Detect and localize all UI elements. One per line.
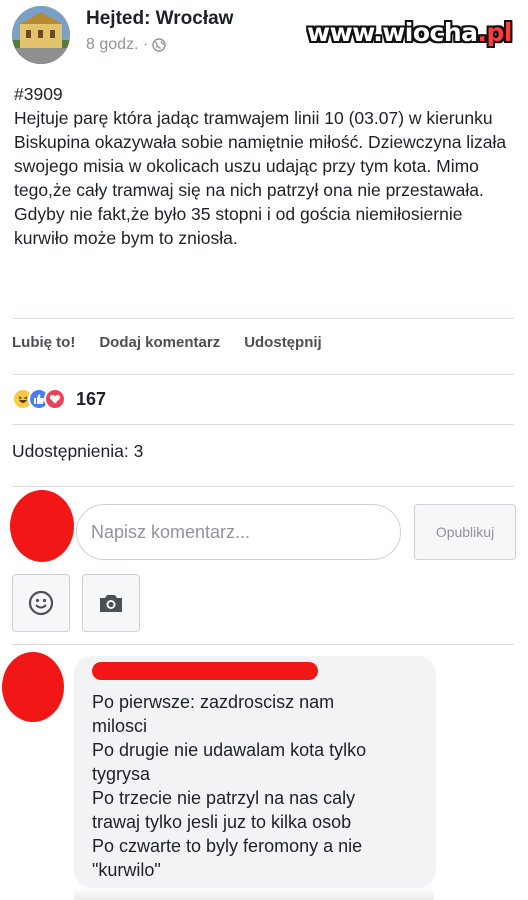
redacted-avatar [10,490,74,562]
post-text: #3909 Hejtuje parę która jadąc tramwajem… [14,84,507,248]
redacted-avatar [2,652,64,722]
globe-icon [152,38,166,52]
page-name[interactable]: Hejted: Wrocław [86,8,233,30]
comment-button[interactable]: Dodaj komentarz [99,334,220,351]
redacted-name [92,662,318,680]
camera-button[interactable] [82,574,140,632]
like-button[interactable]: Lubię to! [12,334,75,351]
reaction-count: 167 [76,388,107,409]
post-meta: 8 godz. · [86,36,166,54]
cropped-edge [74,888,434,900]
watermark-main: www.wiocha [307,18,478,47]
reactions-summary[interactable]: 167 [12,388,106,410]
divider [12,486,514,487]
watermark-accent: .pl [477,18,513,47]
smiley-icon [28,590,54,616]
love-icon [44,388,66,410]
comment-input[interactable]: Napisz komentarz... [76,504,401,560]
divider [12,318,514,319]
camera-icon [100,595,122,612]
share-button[interactable]: Udostępnij [244,334,322,351]
post-body: #3909 Hejtuje parę która jadąc tramwajem… [14,82,514,250]
divider [12,424,514,425]
emoji-button[interactable] [12,574,70,632]
building-icon [12,6,70,64]
comment-text: Po pierwsze: zazdroscisz nam milosci Po … [92,692,367,880]
post-time[interactable]: 8 godz. · [86,36,148,54]
divider [12,374,514,375]
attachment-row [12,574,140,632]
comment-bubble: Po pierwsze: zazdroscisz nam milosci Po … [74,656,436,888]
watermark: www.wiocha.pl [307,18,512,47]
page-avatar[interactable] [12,6,70,64]
publish-button[interactable]: Opublikuj [414,504,516,560]
post-actions: Lubię to! Dodaj komentarz Udostępnij [12,334,322,351]
comment-composer: Napisz komentarz... Opublikuj [0,488,528,568]
divider [12,644,514,645]
comment-placeholder: Napisz komentarz... [91,521,251,542]
shares-count[interactable]: Udostępnienia: 3 [12,441,143,462]
